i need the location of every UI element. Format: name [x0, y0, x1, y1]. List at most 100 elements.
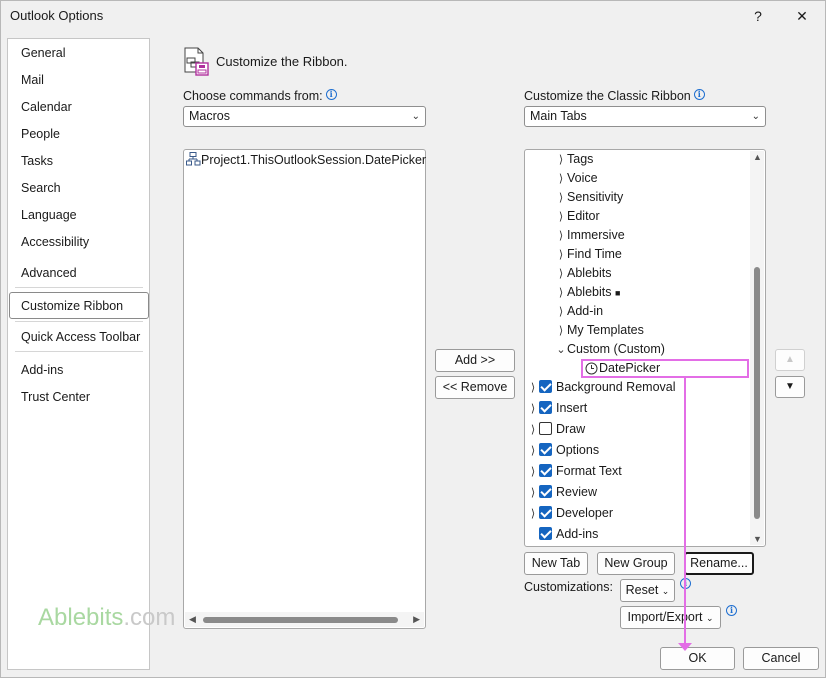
page-title: Customize the Ribbon. [216, 54, 348, 69]
tree-group-voice[interactable]: ⟩ Voice [555, 169, 598, 188]
scroll-right-icon[interactable]: ▶ [413, 614, 420, 625]
nav-item-accessibility[interactable]: Accessibility [21, 235, 89, 249]
tree-tab-options[interactable]: ⟩ Options [527, 441, 599, 460]
horizontal-scrollbar[interactable]: ◀ ▶ [185, 612, 424, 627]
chevron-right-icon[interactable]: ⟩ [527, 442, 539, 461]
scrollbar-thumb[interactable] [754, 267, 760, 519]
options-nav: General Mail Calendar People Tasks Searc… [7, 38, 150, 670]
tree-tab-draw[interactable]: ⟩ Draw [527, 420, 585, 439]
nav-item-tasks[interactable]: Tasks [21, 154, 53, 168]
tree-tab-developer[interactable]: ⟩ Developer [527, 504, 613, 523]
chevron-right-icon[interactable]: ⟩ [555, 322, 567, 341]
annotation-line [684, 377, 686, 645]
chevron-down-icon: ⌄ [661, 586, 670, 596]
nav-item-language[interactable]: Language [21, 208, 77, 222]
tree-tab-format-text[interactable]: ⟩ Format Text [527, 462, 622, 481]
import-export-dropdown-button[interactable]: Import/Export ⌄ [620, 606, 721, 629]
new-group-button[interactable]: New Group [597, 552, 675, 575]
chevron-right-icon[interactable]: ⟩ [527, 505, 539, 524]
tree-group-custom[interactable]: ⌄Custom (Custom) [555, 340, 665, 359]
nav-item-mail[interactable]: Mail [21, 73, 44, 87]
ribbon-tabs-dropdown[interactable]: Main Tabs ⌄ [524, 106, 766, 127]
checkbox[interactable] [539, 464, 552, 477]
chevron-right-icon[interactable]: ⟩ [527, 463, 539, 482]
move-down-button[interactable]: ▼ [775, 376, 805, 398]
nav-item-search[interactable]: Search [21, 181, 61, 195]
move-up-button[interactable]: ▲ [775, 349, 805, 371]
nav-item-calendar[interactable]: Calendar [21, 100, 72, 114]
chevron-right-icon[interactable]: ⟩ [555, 170, 567, 189]
info-icon[interactable]: i [726, 605, 737, 616]
new-tab-button[interactable]: New Tab [524, 552, 588, 575]
checkbox[interactable] [539, 401, 552, 414]
reset-dropdown-button[interactable]: Reset ⌄ [620, 579, 675, 602]
scroll-up-icon[interactable]: ▲ [753, 152, 762, 162]
chevron-right-icon[interactable]: ⟩ [555, 265, 567, 284]
vertical-scrollbar[interactable]: ▲ ▼ [750, 151, 764, 545]
checkbox[interactable] [539, 422, 552, 435]
remove-button[interactable]: << Remove [435, 376, 515, 399]
tree-group-find-time[interactable]: ⟩ Find Time [555, 245, 622, 264]
commands-list[interactable]: Project1.ThisOutlookSession.DatePicker ◀… [183, 149, 426, 629]
choose-commands-label: Choose commands from: i [183, 89, 337, 103]
chevron-right-icon[interactable]: ⟩ [555, 284, 567, 303]
chevron-right-icon[interactable]: ⟩ [555, 151, 567, 170]
nav-divider [15, 351, 143, 352]
checkbox[interactable] [539, 443, 552, 456]
rename-button[interactable]: Rename... [684, 552, 754, 575]
info-icon[interactable]: i [693, 89, 705, 100]
chevron-right-icon[interactable]: ⟩ [527, 400, 539, 419]
choose-commands-dropdown[interactable]: Macros ⌄ [183, 106, 426, 127]
title-bar [0, 0, 826, 32]
scrollbar-thumb[interactable] [203, 617, 398, 623]
checkbox[interactable] [539, 506, 552, 519]
chevron-right-icon[interactable]: ⟩ [527, 421, 539, 440]
chevron-down-icon: ⌄ [751, 111, 760, 122]
close-button[interactable]: ✕ [788, 4, 816, 28]
tree-group-my-templates[interactable]: ⟩ My Templates [555, 321, 644, 340]
chevron-right-icon[interactable]: ⟩ [555, 208, 567, 227]
ablebits-watermark: Ablebits.com [38, 604, 176, 631]
ok-button[interactable]: OK [660, 647, 735, 670]
nav-item-people[interactable]: People [21, 127, 60, 141]
add-button[interactable]: Add >> [435, 349, 515, 372]
info-icon[interactable]: i [325, 89, 337, 100]
tree-group-tags[interactable]: ⟩ Tags [555, 150, 594, 170]
customize-ribbon-label: Customize the Classic Ribbon i [524, 89, 705, 103]
chevron-right-icon[interactable]: ⟩ [555, 246, 567, 265]
tree-command-datepicker[interactable]: DatePicker [581, 359, 749, 378]
chevron-right-icon[interactable]: ⟩ [555, 189, 567, 208]
tree-tab-background-removal[interactable]: ⟩ Background Removal [527, 378, 676, 397]
ribbon-tree[interactable]: ⟩ Tags ⟩ Voice ⟩ Sensitivity ⟩ Editor ⟩ Immer… [524, 149, 766, 547]
chevron-right-icon[interactable]: ⟩ [555, 227, 567, 246]
tree-tab-review[interactable]: ⟩ Review [527, 483, 597, 502]
list-item[interactable]: Project1.ThisOutlookSession.DatePicker [186, 152, 426, 169]
nav-item-trust-center[interactable]: Trust Center [21, 390, 90, 404]
checkbox[interactable] [539, 485, 552, 498]
checkbox[interactable] [539, 527, 552, 540]
tree-group-sensitivity[interactable]: ⟩ Sensitivity [555, 188, 623, 207]
chevron-down-icon[interactable]: ⌄ [555, 341, 567, 360]
nav-item-general[interactable]: General [21, 46, 65, 60]
tree-group-ablebits[interactable]: ⟩ Ablebits [555, 264, 612, 284]
chevron-right-icon[interactable]: ⟩ [555, 303, 567, 322]
tree-tab-insert[interactable]: ⟩ Insert [527, 399, 587, 418]
chevron-right-icon[interactable]: ⟩ [527, 484, 539, 503]
macro-icon [186, 152, 201, 166]
tree-group-immersive[interactable]: ⟩ Immersive [555, 226, 625, 245]
tree-group-ablebits-2[interactable]: ⟩ Ablebits ■ [555, 283, 621, 303]
nav-item-advanced[interactable]: Advanced [21, 266, 77, 280]
tree-tab-add-ins[interactable]: Add-ins [527, 525, 598, 544]
help-button[interactable]: ? [744, 4, 772, 28]
tree-group-editor[interactable]: ⟩ Editor [555, 207, 600, 226]
cancel-button[interactable]: Cancel [743, 647, 819, 670]
nav-item-customize-ribbon[interactable]: Customize Ribbon [21, 299, 123, 313]
nav-item-quick-access-toolbar[interactable]: Quick Access Toolbar [21, 330, 140, 344]
tree-group-add-in[interactable]: ⟩ Add-in [555, 302, 603, 321]
scroll-down-icon[interactable]: ▼ [753, 534, 762, 544]
chevron-right-icon[interactable]: ⟩ [527, 379, 539, 398]
scroll-left-icon[interactable]: ◀ [189, 614, 196, 625]
clock-icon [585, 362, 598, 375]
nav-item-add-ins[interactable]: Add-ins [21, 363, 63, 377]
checkbox[interactable] [539, 380, 552, 393]
